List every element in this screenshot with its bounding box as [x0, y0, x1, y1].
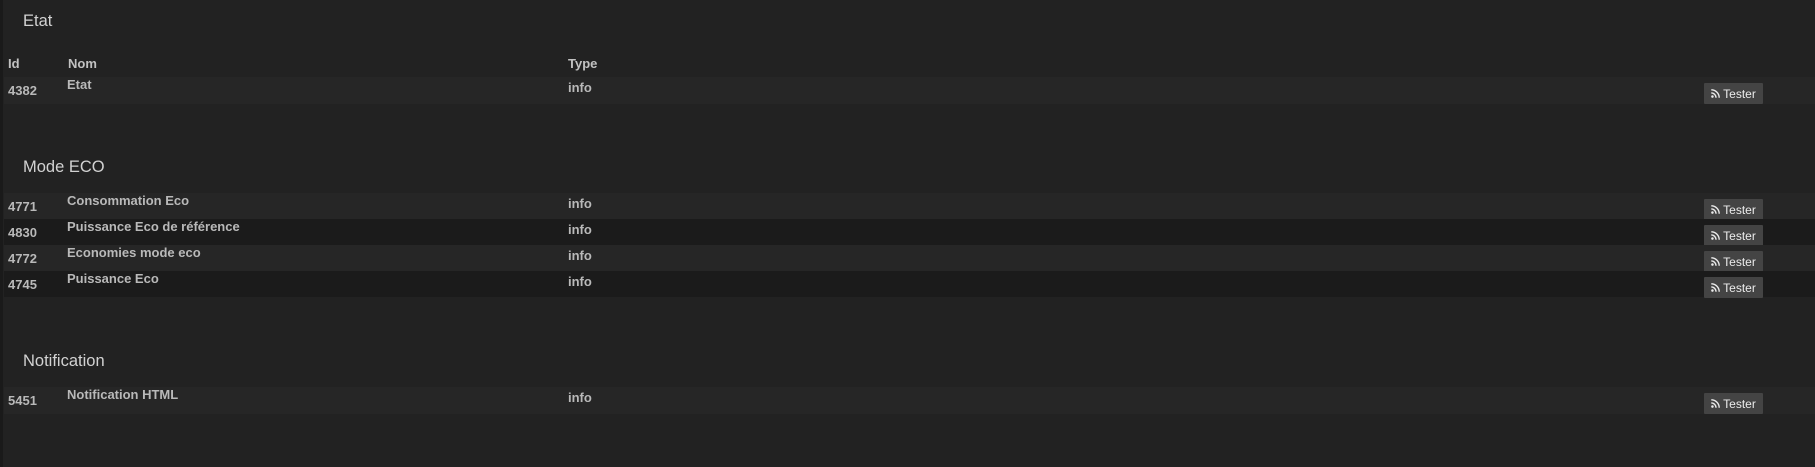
- column-header-type: Type: [568, 56, 598, 71]
- section-title-notification: Notification: [23, 352, 105, 370]
- row-id: 4382: [8, 83, 37, 98]
- row-type: info: [568, 80, 592, 95]
- rss-icon: [1711, 283, 1721, 292]
- row-name: Notification HTML: [67, 387, 179, 402]
- tester-button[interactable]: Tester: [1704, 393, 1763, 414]
- column-header-id: Id: [8, 56, 20, 71]
- rss-icon: [1711, 89, 1721, 98]
- row-id: 4745: [8, 277, 37, 292]
- row-id: 4771: [8, 199, 37, 214]
- tester-button[interactable]: Tester: [1704, 277, 1763, 298]
- tester-button[interactable]: Tester: [1704, 199, 1763, 220]
- tester-button[interactable]: Tester: [1704, 83, 1763, 104]
- rss-icon: [1711, 231, 1721, 240]
- table-row: 4772 Economies mode eco info Tester: [4, 245, 1815, 272]
- row-id: 4830: [8, 225, 37, 240]
- rss-icon: [1711, 399, 1721, 408]
- row-type: info: [568, 248, 592, 263]
- left-edge-divider: [0, 0, 3, 467]
- row-name: Puissance Eco de référence: [67, 219, 240, 234]
- table-row: 5451 Notification HTML info Tester: [4, 387, 1815, 414]
- tester-button-label: Tester: [1723, 202, 1756, 217]
- tester-button-label: Tester: [1723, 228, 1756, 243]
- tester-button[interactable]: Tester: [1704, 225, 1763, 246]
- tester-button-label: Tester: [1723, 280, 1756, 295]
- row-type: info: [568, 274, 592, 289]
- section-title-etat: Etat: [23, 12, 53, 30]
- row-id: 4772: [8, 251, 37, 266]
- rss-icon: [1711, 205, 1721, 214]
- table-row: 4830 Puissance Eco de référence info Tes…: [4, 219, 1815, 246]
- table-row: 4771 Consommation Eco info Tester: [4, 193, 1815, 220]
- section-title-mode-eco: Mode ECO: [23, 158, 105, 176]
- row-type: info: [568, 390, 592, 405]
- commands-page: Etat Id Nom Type 4382 Etat info Tester M…: [0, 0, 1815, 467]
- tester-button-label: Tester: [1723, 254, 1756, 269]
- row-type: info: [568, 222, 592, 237]
- row-id: 5451: [8, 393, 37, 408]
- row-type: info: [568, 196, 592, 211]
- tester-button[interactable]: Tester: [1704, 251, 1763, 272]
- column-header-nom: Nom: [68, 56, 97, 71]
- row-name: Puissance Eco: [67, 271, 159, 286]
- table-row: 4382 Etat info Tester: [4, 77, 1815, 104]
- table-row: 4745 Puissance Eco info Tester: [4, 271, 1815, 298]
- tester-button-label: Tester: [1723, 86, 1756, 101]
- row-name: Economies mode eco: [67, 245, 201, 260]
- rss-icon: [1711, 257, 1721, 266]
- tester-button-label: Tester: [1723, 396, 1756, 411]
- row-name: Etat: [67, 77, 92, 92]
- row-name: Consommation Eco: [67, 193, 190, 208]
